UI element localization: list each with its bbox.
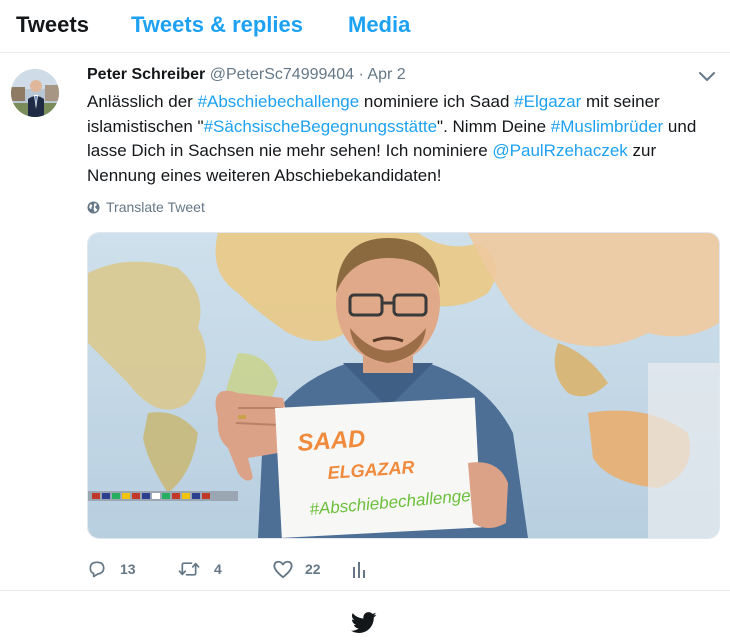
sign-text-saad: SAAD [297,425,367,457]
photo-man-holding-sign: SAAD ELGAZAR #Abschiebechallenge [88,233,719,538]
twitter-bird-icon [350,612,377,634]
reply-count: 13 [120,561,136,577]
analytics-icon [353,562,365,578]
like-icon [273,560,293,579]
translate-tweet-link[interactable]: Translate Tweet [87,199,205,215]
mention-paulrzehaczek[interactable]: @PaulRzehaczek [492,141,627,160]
reply-icon [89,561,105,578]
header-separator: · [358,66,364,83]
globe-icon [87,201,100,213]
tweet-text-segment: ". Nimm Deine [437,116,551,136]
reply-button[interactable]: 13 [87,559,178,579]
hashtag-abschiebechallenge[interactable]: #Abschiebechallenge [198,92,360,111]
profile-tabs: Tweets Tweets & replies Media [0,0,730,53]
author-handle[interactable]: @PeterSc74999404 [210,66,354,83]
like-count: 22 [305,561,321,577]
analytics-button[interactable] [351,559,367,579]
tweet-text-segment: nominiere ich Saad [359,92,515,111]
tweet-menu-button[interactable] [698,70,716,84]
divider [0,590,730,591]
retweet-icon [178,562,200,576]
hashtag-saechsische-begegnungsstaette[interactable]: #SächsischeBegegnungsstätte [204,117,437,136]
tweet-actions: 13 4 22 [87,556,367,582]
tab-tweets-and-replies[interactable]: Tweets & replies [131,12,303,38]
tweet-text: Anlässlich der #Abschiebechallenge nomin… [87,90,717,188]
tweet-text-segment: Anlässlich der [87,92,198,111]
retweet-button[interactable]: 4 [178,559,272,579]
retweet-count: 4 [214,561,222,577]
translate-tweet-label: Translate Tweet [106,199,205,215]
tweet-date[interactable]: Apr 2 [367,66,405,83]
author-name[interactable]: Peter Schreiber [87,66,205,83]
tweet-photo[interactable]: SAAD ELGAZAR #Abschiebechallenge [87,232,720,539]
chevron-down-icon [699,72,715,81]
tab-tweets[interactable]: Tweets [16,12,89,38]
tweet-header: Peter Schreiber @PeterSc74999404 · Apr 2 [87,66,406,84]
avatar-image [11,69,59,117]
avatar[interactable] [11,69,59,117]
like-button[interactable]: 22 [272,559,351,579]
tab-media[interactable]: Media [348,12,410,38]
hashtag-muslimbrueder[interactable]: #Muslimbrüder [551,117,663,136]
hashtag-elgazar[interactable]: #Elgazar [514,92,581,111]
